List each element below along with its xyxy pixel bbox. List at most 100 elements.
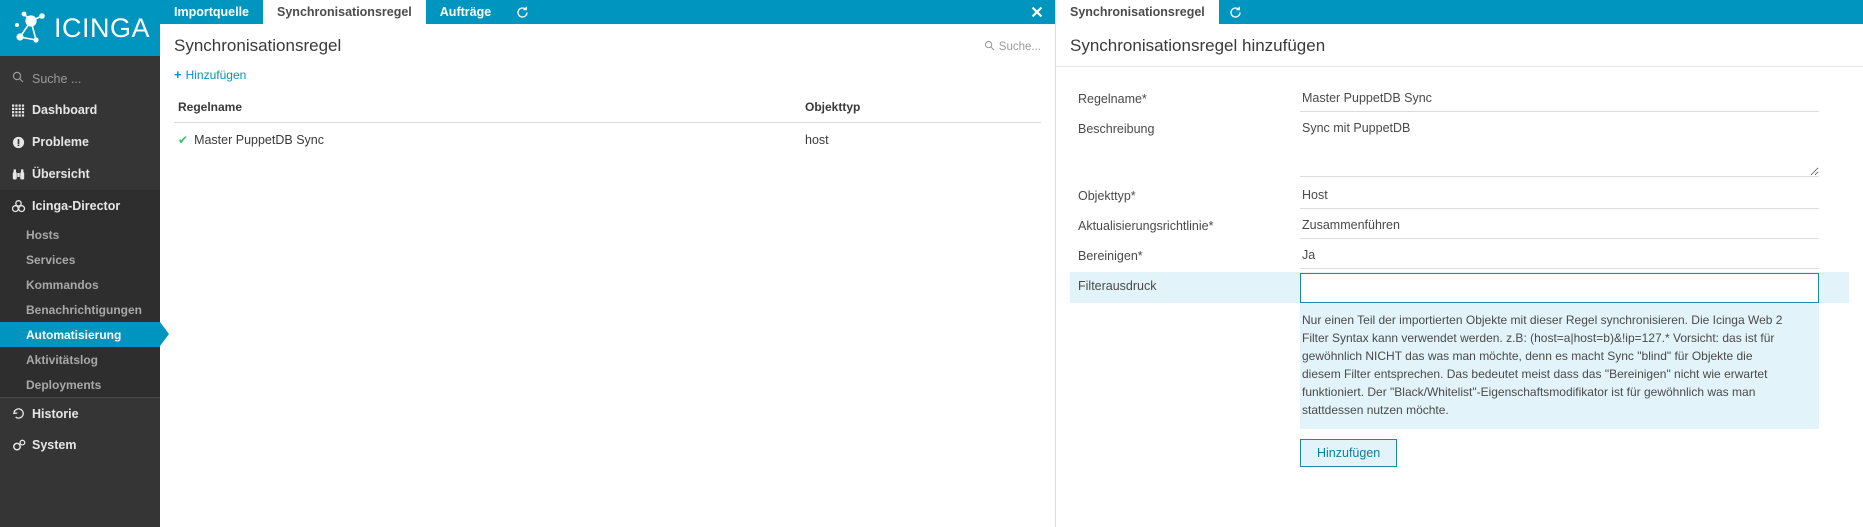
history-icon <box>12 407 32 420</box>
sidebar-item-historie[interactable]: Historie <box>0 397 160 429</box>
list-search-placeholder: Suche... <box>998 41 1041 53</box>
form-row-objekttyp: Objekttyp* <box>1070 182 1849 212</box>
director-icon <box>12 199 32 213</box>
field-label-bereinigen: Bereinigen* <box>1078 249 1143 263</box>
search-icon <box>984 40 995 54</box>
grid-icon <box>12 104 32 117</box>
sidebar: ICINGA Suche ... Dashboard Probleme Übersi… <box>0 0 169 527</box>
tab-auftraege[interactable]: Aufträge <box>426 0 505 24</box>
sidebar-item-label: Probleme <box>32 135 89 149</box>
left-title-row: Synchronisationsregel Suche... <box>174 24 1041 66</box>
rules-table: Regelname Objekttyp ✔ Master PuppetDB Syn… <box>174 96 1041 157</box>
sidebar-item-kommandos[interactable]: Kommandos <box>0 272 160 297</box>
sidebar-item-automatisierung[interactable]: Automatisierung <box>0 322 169 347</box>
form-field-rows: Regelname* Beschreibung Sync mit PuppetDB O… <box>1070 85 1849 272</box>
column-header-regelname[interactable]: Regelname <box>174 96 801 123</box>
tab-importquelle[interactable]: Importquelle <box>160 0 263 24</box>
sidebar-item-label: Dashboard <box>32 103 98 117</box>
field-control-bereinigen <box>1300 242 1849 269</box>
sidebar-item-bersicht[interactable]: Übersicht <box>0 158 160 190</box>
left-pane-content: Synchronisationsregel Suche... + Hinzufü… <box>160 24 1055 527</box>
field-control-filterausdruck <box>1300 272 1849 303</box>
right-pane: Synchronisationsregel Synchronisationsre… <box>1055 0 1863 527</box>
regelname-input[interactable] <box>1300 85 1819 112</box>
form-row-filter-help: Nur einen Teil der importierten Objekte … <box>1070 303 1849 467</box>
sidebar-item-hosts[interactable]: Hosts <box>0 222 160 247</box>
sidebar-item-system[interactable]: System <box>0 429 160 461</box>
sidebar-item-label: Übersicht <box>32 167 90 181</box>
column-header-objekttyp[interactable]: Objekttyp <box>801 96 1041 123</box>
refresh-icon[interactable] <box>1219 0 1253 24</box>
form-actions: Hinzufügen <box>1300 429 1819 467</box>
bereinigen-input[interactable] <box>1300 242 1819 269</box>
help-wrap: Nur einen Teil der importierten Objekte … <box>1300 303 1849 467</box>
search-icon <box>12 70 24 88</box>
sidebar-item-benachrichtigungen[interactable]: Benachrichtigungen <box>0 297 160 322</box>
icinga-logo-icon <box>10 7 52 49</box>
left-pane: Importquelle Synchronisationsregel Auftr… <box>160 0 1055 527</box>
plus-icon: + <box>174 67 182 82</box>
close-icon[interactable] <box>1019 0 1055 24</box>
aktualisierungsrichtlinie-input[interactable] <box>1300 212 1819 239</box>
right-pane-tabbar: Synchronisationsregel <box>1056 0 1863 24</box>
sidebar-search-placeholder: Suche ... <box>32 72 82 86</box>
sidebar-item-label: Aktivitätslog <box>26 352 99 367</box>
binoculars-icon <box>12 168 32 181</box>
cell-objekttyp: host <box>805 133 829 147</box>
add-rule-link[interactable]: + Hinzufügen <box>174 67 246 96</box>
brand-logo[interactable]: ICINGA <box>0 0 160 56</box>
sidebar-item-label: Benachrichtigungen <box>26 302 143 317</box>
app-root: ICINGA Suche ... Dashboard Probleme Übersi… <box>0 0 1863 527</box>
sidebar-item-label: Deployments <box>26 377 102 392</box>
sidebar-item-deployments[interactable]: Deployments <box>0 372 160 397</box>
right-pane-content: Synchronisationsregel hinzufügen Regelna… <box>1056 24 1863 527</box>
sidebar-item-label: Kommandos <box>26 277 99 292</box>
field-label-objekttyp: Objekttyp* <box>1078 189 1136 203</box>
check-icon: ✔ <box>178 133 189 147</box>
sidebar-item-dashboard[interactable]: Dashboard <box>0 94 160 126</box>
sidebar-item-label: Icinga-Director <box>32 199 121 213</box>
form-row-filterausdruck: Filterausdruck <box>1070 272 1849 303</box>
warning-icon <box>12 136 32 149</box>
sidebar-search[interactable]: Suche ... <box>0 64 160 94</box>
refresh-icon[interactable] <box>505 0 539 24</box>
help-spacer <box>1070 303 1300 317</box>
sidebar-item-aktivit-tslog[interactable]: Aktivitätslog <box>0 347 160 372</box>
sidebar-item-icinga-director[interactable]: Icinga-Director <box>0 190 160 222</box>
sidebar-item-services[interactable]: Services <box>0 247 160 272</box>
sidebar-nav: Dashboard Probleme Übersicht Icinga-Directo… <box>0 94 169 461</box>
filterausdruck-input[interactable] <box>1300 273 1819 303</box>
table-header-row: Regelname Objekttyp <box>174 96 1041 123</box>
form-row-beschreibung: Beschreibung Sync mit PuppetDB <box>1070 115 1849 182</box>
page-title: Synchronisationsregel <box>174 36 342 55</box>
field-label-aktualisierungsrichtlinie: Aktualisierungsrichtlinie* <box>1078 219 1214 233</box>
left-pane-tabbar: Importquelle Synchronisationsregel Auftr… <box>160 0 1055 24</box>
field-control-regelname <box>1300 85 1849 112</box>
form-row-aktualisierungsrichtlinie: Aktualisierungsrichtlinie* <box>1070 212 1849 242</box>
field-control-beschreibung: Sync mit PuppetDB <box>1300 115 1849 182</box>
sidebar-item-label: Historie <box>32 406 79 421</box>
field-control-aktualisierungsrichtlinie <box>1300 212 1849 239</box>
table-row[interactable]: ✔ Master PuppetDB Sync host <box>174 123 1041 158</box>
filterausdruck-help-text: Nur einen Teil der importierten Objekte … <box>1300 303 1819 429</box>
add-rule-label: Hinzufügen <box>185 67 247 82</box>
list-search-input[interactable]: Suche... <box>984 24 1041 54</box>
field-label-regelname: Regelname* <box>1078 92 1147 106</box>
rule-name-link[interactable]: Master PuppetDB Sync <box>194 133 324 147</box>
tab-synchronisationsregel[interactable]: Synchronisationsregel <box>263 0 426 24</box>
field-label-beschreibung: Beschreibung <box>1078 122 1155 136</box>
tab-synchronisationsregel-detail[interactable]: Synchronisationsregel <box>1056 0 1219 24</box>
sidebar-item-probleme[interactable]: Probleme <box>0 126 160 158</box>
form-row-regelname: Regelname* <box>1070 85 1849 115</box>
gears-icon <box>12 439 32 452</box>
submit-button[interactable]: Hinzufügen <box>1300 439 1398 467</box>
brand-name: ICINGA <box>54 12 151 43</box>
field-control-objekttyp <box>1300 182 1849 209</box>
beschreibung-input[interactable]: Sync mit PuppetDB <box>1300 115 1819 177</box>
sync-rule-form: Regelname* Beschreibung Sync mit PuppetDB O… <box>1056 67 1863 467</box>
sidebar-item-label: Hosts <box>26 227 60 242</box>
field-label-filterausdruck: Filterausdruck <box>1078 279 1157 293</box>
form-title: Synchronisationsregel hinzufügen <box>1056 24 1863 67</box>
form-row-bereinigen: Bereinigen* <box>1070 242 1849 272</box>
objekttyp-input[interactable] <box>1300 182 1819 209</box>
